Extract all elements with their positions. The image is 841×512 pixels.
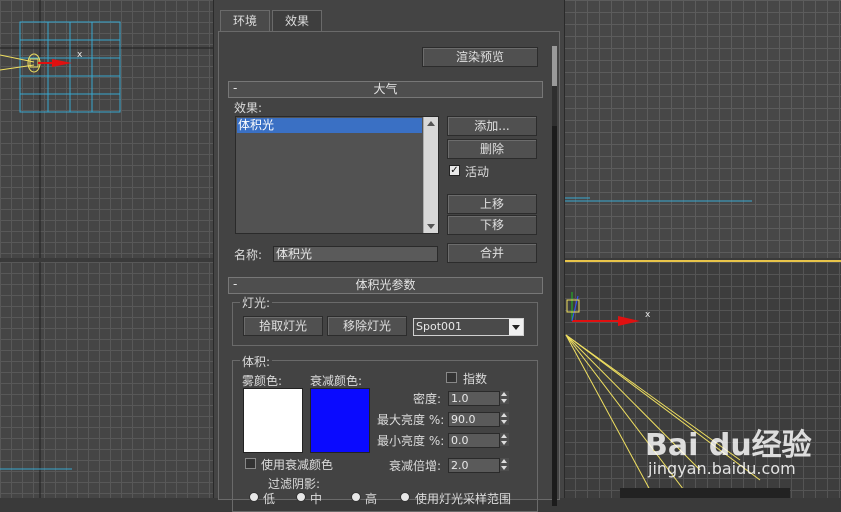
volume-group-label: 体积:: [240, 353, 273, 370]
effect-name-field[interactable]: 体积光: [273, 246, 438, 262]
move-down-button[interactable]: 下移: [447, 215, 537, 235]
shadow-low-label: 低: [263, 492, 276, 506]
atten-color-swatch[interactable]: [310, 388, 370, 453]
move-up-button[interactable]: 上移: [447, 194, 537, 214]
exponential-checkbox[interactable]: [446, 372, 457, 383]
density-field[interactable]: 1.0: [448, 391, 500, 406]
collapse-icon: -: [233, 277, 238, 291]
axis-x-label-persp: x: [645, 310, 651, 320]
lights-group-label: 灯光:: [240, 294, 273, 311]
add-effect-button[interactable]: 添加...: [447, 116, 537, 136]
atten-multiplier-label: 衰减倍增:: [389, 459, 442, 473]
scrollbar-track-dark: [552, 126, 557, 506]
effects-label: 效果:: [234, 101, 263, 115]
chevron-down-icon[interactable]: [509, 319, 523, 335]
scroll-down-icon[interactable]: [427, 224, 435, 229]
environment-effects-dialog: 环境 效果 渲染预览 - 大气 效果: 体积光 添加... 删除 ✓ 活动 上移…: [213, 0, 565, 512]
atmosphere-title: 大气: [373, 82, 398, 96]
volume-light-rollout-header[interactable]: - 体积光参数: [228, 277, 543, 294]
atten-color-label: 衰减颜色:: [310, 374, 363, 388]
scroll-up-icon[interactable]: [427, 121, 435, 126]
remove-light-button[interactable]: 移除灯光: [327, 316, 407, 336]
effects-list-scrollbar[interactable]: [423, 117, 438, 233]
collapse-icon: -: [233, 81, 238, 95]
shadow-use-light-sample-label: 使用灯光采样范围: [415, 492, 512, 506]
light-select-dropdown[interactable]: Spot001: [413, 318, 524, 336]
shadow-low-radio[interactable]: [249, 492, 259, 502]
baidu-watermark: Bai du经验: [645, 428, 812, 463]
tab-environment[interactable]: 环境: [220, 10, 271, 32]
atten-multiplier-spinner[interactable]: [500, 458, 509, 471]
atten-multiplier-field[interactable]: 2.0: [448, 458, 500, 473]
effects-list-item[interactable]: 体积光: [237, 118, 422, 133]
min-brightness-label: 最小亮度 %:: [377, 434, 445, 448]
shadow-use-light-sample-radio[interactable]: [400, 492, 410, 502]
min-brightness-field[interactable]: 0.0: [448, 433, 500, 448]
density-spinner[interactable]: [500, 391, 509, 404]
max-brightness-label: 最大亮度 %:: [377, 413, 445, 427]
merge-button[interactable]: 合并: [447, 243, 537, 263]
axis-x-arrow-persp: [618, 316, 640, 326]
exponential-label: 指数: [463, 372, 488, 386]
active-label: 活动: [465, 165, 490, 179]
shadow-medium-label: 中: [310, 492, 323, 506]
axis-x-label-top: x: [77, 50, 83, 60]
volume-light-title: 体积光参数: [355, 278, 416, 292]
light-select-value: Spot001: [416, 320, 463, 333]
name-label: 名称:: [234, 248, 263, 262]
delete-effect-button[interactable]: 删除: [447, 139, 537, 159]
panel-scrollbar[interactable]: [552, 46, 557, 506]
tab-effects[interactable]: 效果: [272, 10, 323, 31]
shadow-high-radio[interactable]: [351, 492, 361, 502]
max-brightness-field[interactable]: 90.0: [448, 412, 500, 427]
max-brightness-spinner[interactable]: [500, 412, 509, 425]
use-atten-color-checkbox[interactable]: [245, 458, 256, 469]
min-brightness-spinner[interactable]: [500, 433, 509, 446]
atmosphere-rollout-header[interactable]: - 大气: [228, 81, 543, 98]
scrollbar-thumb[interactable]: [552, 46, 557, 86]
density-label: 密度:: [413, 392, 442, 406]
use-atten-color-label: 使用衰减颜色: [261, 458, 334, 472]
render-preview-button[interactable]: 渲染预览: [422, 47, 538, 67]
active-checkbox[interactable]: ✓: [449, 165, 460, 176]
shadow-high-label: 高: [365, 492, 378, 506]
pick-light-button[interactable]: 拾取灯光: [243, 316, 323, 336]
effects-listbox[interactable]: 体积光: [235, 116, 439, 234]
tab-panel: 渲染预览 - 大气 效果: 体积光 添加... 删除 ✓ 活动 上移 下移 名称…: [218, 31, 560, 512]
tab-bar: 环境 效果: [220, 10, 324, 32]
fog-color-swatch[interactable]: [243, 388, 303, 453]
baidu-watermark-url: jingyan.baidu.com: [648, 459, 796, 478]
fog-color-label: 雾颜色:: [242, 374, 283, 388]
shadow-medium-radio[interactable]: [296, 492, 306, 502]
